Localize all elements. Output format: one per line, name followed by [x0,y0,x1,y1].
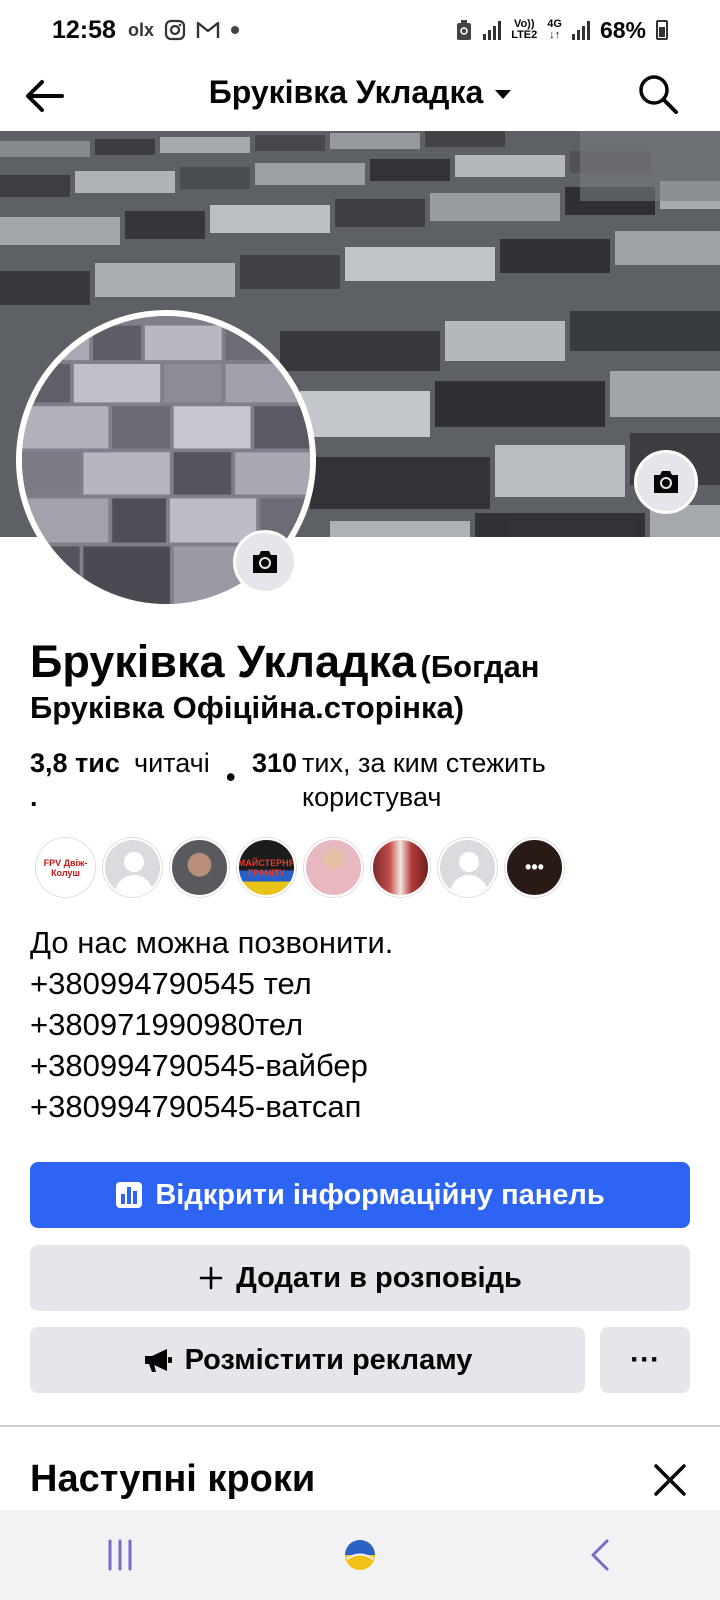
section-divider [0,1425,720,1427]
status-time: 12:58 [52,15,116,44]
bio-line[interactable]: +380994790545 тел [30,963,393,1004]
olx-icon: olx [127,19,154,40]
recent-apps-button[interactable] [80,1525,160,1585]
search-icon[interactable] [636,72,680,116]
more-options-button[interactable]: ··· [600,1327,690,1393]
open-dashboard-label: Відкрити інформаційну панель [155,1178,605,1211]
dashboard-chart-icon [116,1182,143,1208]
battery-percent: 68% [599,16,646,43]
follower-avatar-default[interactable] [438,838,497,897]
follower-avatar[interactable] [304,838,363,897]
home-icon [345,1540,375,1570]
megaphone-icon [144,1349,172,1372]
volte-icon: Vo)) LTE2 [511,18,538,41]
follower-avatar[interactable] [170,838,229,897]
signal-icon-2 [571,20,590,40]
camera-icon [253,551,277,573]
recent-apps-icon [108,1539,132,1571]
bio-line[interactable]: +380971990980тел [30,1004,393,1045]
bio-line[interactable]: +380994790545-ватсап [30,1086,393,1127]
edit-profile-picture-camera-icon[interactable] [233,530,297,594]
promote-label: Розмістити рекламу [184,1343,473,1376]
followers-dot: . [30,782,38,812]
more-followers-button[interactable]: ••• [505,838,564,897]
page-bio: До нас можна позвонити. +380994790545 те… [30,922,393,1127]
follower-avatar-default[interactable] [103,838,162,897]
followers-count[interactable]: 3,8 тис [30,746,120,780]
following-count[interactable]: 310 [252,746,297,780]
edit-cover-camera-icon[interactable] [634,450,698,514]
instagram-icon [164,19,186,41]
system-status: Vo)) LTE2 4G ↓↑ 68% [455,17,668,44]
page-alternate-name-cont: Бруківка Офіційна.сторінка) [30,690,465,725]
add-to-story-button[interactable]: Додати в розповідь [30,1245,690,1311]
signal-icon [483,20,502,40]
following-label[interactable]: тих, за ким стежить користувач [302,746,602,814]
page-name-block: Бруківка Укладка (Богдан Бруківка Офіцій… [30,636,670,730]
plus-icon [199,1266,223,1290]
page-name: Бруківка Укладка [30,636,417,687]
promote-button[interactable]: Розмістити рекламу [30,1327,585,1393]
more-options-icon: ··· [630,1343,660,1376]
back-button[interactable] [560,1525,640,1585]
followers-label[interactable]: читачі [134,746,210,780]
add-to-story-label: Додати в розповідь [236,1261,522,1294]
open-dashboard-button[interactable]: Відкрити інформаційну панель [30,1162,690,1228]
bio-line[interactable]: +380994790545-вайбер [30,1045,393,1086]
network-type-icon: 4G ↓↑ [547,18,562,41]
next-steps-title: Наступні кроки [30,1458,316,1500]
status-bar: 12:58 olx Vo)) LTE2 4G ↓↑ 68% [0,0,720,60]
camera-icon [654,471,678,493]
follower-avatar[interactable]: МАЙСТЕРНЯ ГРАНІТУ [237,838,296,897]
top-app-bar: Бруківка Укладка [0,60,720,132]
close-icon[interactable] [650,1460,690,1500]
gmail-icon [196,21,220,38]
chevron-down-icon [495,90,512,99]
bio-line: До нас можна позвонити. [30,925,394,960]
follower-avatar[interactable] [371,838,430,897]
back-chevron-icon [591,1539,609,1571]
dot-icon [230,26,239,34]
battery-icon [656,20,668,40]
stats-separator: • [226,762,236,792]
page-title: Бруківка Укладка [208,74,484,110]
followers-preview[interactable]: FPV Двіж-Колуш МАЙСТЕРНЯ ГРАНІТУ ••• [36,838,564,897]
recycle-icon [457,20,472,40]
page-alternate-name: (Богдан [420,649,540,684]
notification-icons: olx [128,19,240,41]
follower-avatar[interactable]: FPV Двіж-Колуш [36,838,95,897]
page-switcher[interactable]: Бруківка Укладка [0,74,720,111]
system-navigation-bar [0,1510,720,1600]
home-button[interactable] [320,1525,400,1585]
